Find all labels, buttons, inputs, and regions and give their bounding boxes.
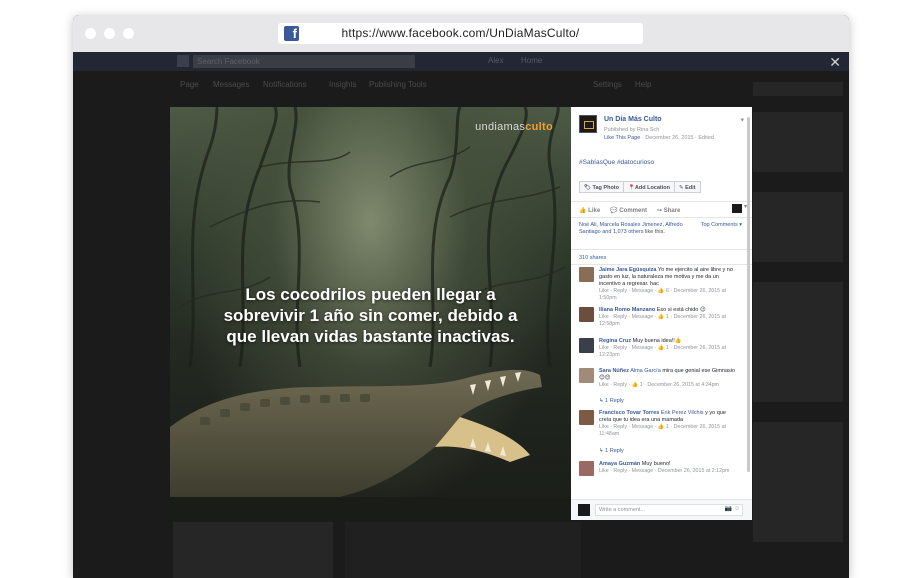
shares-count[interactable]: 310 shares <box>579 255 606 261</box>
view-replies-link[interactable]: ↳ 1 Reply <box>599 448 624 454</box>
divider <box>571 264 752 265</box>
nav-help: Help <box>635 80 652 89</box>
comments-scrollbar[interactable] <box>747 117 750 472</box>
facebook-page-dimmed: Search Facebook Alex Home Page Messages … <box>73 52 849 578</box>
browser-window: f https://www.facebook.com/UnDiaMasCulto… <box>73 15 849 578</box>
write-comment-input[interactable]: Write a comment... <box>595 504 743 516</box>
post-date[interactable]: December 26, 2015 <box>645 135 693 141</box>
nav-messages: Messages <box>213 80 250 89</box>
window-maximize-dot[interactable] <box>123 28 134 39</box>
window-minimize-dot[interactable] <box>104 28 115 39</box>
nav-settings: Settings <box>593 80 622 89</box>
post-actions: 👍 Like 💬 Comment ↪ Share <box>579 207 680 214</box>
comment-meta[interactable]: Like · Reply · Message · 👍 6 · December … <box>599 288 737 302</box>
ghost-block <box>753 282 843 402</box>
comment-text: Eso si está chido 😉 <box>656 307 706 313</box>
ghost-block <box>345 522 581 578</box>
commenter-name[interactable]: Sara Núñez <box>599 368 629 374</box>
post-details-panel: Un Día Más Culto Published by Rina Sch L… <box>571 107 752 520</box>
ghost-block <box>753 192 843 262</box>
nav-insights: Insights <box>329 80 357 89</box>
comment-icon: 💬 <box>610 208 618 214</box>
write-comment-box: Write a comment... 📷 ☺ <box>571 499 752 520</box>
commenter-name[interactable]: Amaya Guzmán <box>599 461 640 467</box>
edited-label[interactable]: Edited <box>698 135 714 141</box>
comment-meta[interactable]: Like · Reply · Message · December 26, 20… <box>599 468 737 475</box>
comment-meta[interactable]: Like · Reply · 👍 1 · December 26, 2015 a… <box>599 382 737 389</box>
likes-summary[interactable]: Noé Ali, Marcela Rosales Jimenez, Alfred… <box>579 222 691 236</box>
camera-emoji-icons[interactable]: 📷 ☺ <box>725 505 740 512</box>
page-name-link[interactable]: Un Día Más Culto <box>604 116 662 123</box>
edit-button[interactable]: ✎ Edit <box>674 181 701 193</box>
crocodile-illustration <box>170 369 571 520</box>
commenter-avatar[interactable] <box>579 267 594 282</box>
chevron-down-icon[interactable]: ▾ <box>740 116 744 124</box>
comment-meta[interactable]: Like · Reply · Message · 👍 1 · December … <box>599 314 737 328</box>
commenter-avatar[interactable] <box>579 410 594 425</box>
brand-watermark: undiamasculto <box>475 121 553 133</box>
commenter-avatar[interactable] <box>579 338 594 353</box>
top-comments-dropdown[interactable]: Top Comments ▾ <box>701 222 742 228</box>
share-icon: ↪ <box>657 208 663 214</box>
commenter-name[interactable]: Jaime Jara Egúsquiza <box>599 267 656 273</box>
commenter-avatar[interactable] <box>579 368 594 383</box>
commenter-name[interactable]: Regina Cruz <box>599 338 631 344</box>
facebook-topbar: Search Facebook Alex Home <box>73 52 849 71</box>
close-icon[interactable]: ✕ <box>829 54 841 71</box>
like-button[interactable]: 👍 Like <box>579 207 600 214</box>
divider <box>571 217 752 218</box>
url-text[interactable]: https://www.facebook.com/UnDiaMasCulto/ <box>278 26 643 40</box>
tag-photo-button[interactable]: 🏷 Tag Photo <box>579 181 624 193</box>
post-hashtags[interactable]: #SabíasQue #datocurioso <box>579 159 654 166</box>
commenter-avatar[interactable] <box>579 461 594 476</box>
ghost-block <box>753 112 843 172</box>
divider <box>571 249 752 250</box>
thumbs-up-icon: 👍 <box>579 208 587 214</box>
comment-button[interactable]: 💬 Comment <box>610 207 647 214</box>
ghost-block <box>753 82 843 96</box>
page-avatar[interactable] <box>579 115 597 133</box>
fact-text: Los cocodrilos pueden llegar a sobrevivi… <box>223 285 518 346</box>
nav-notifications: Notifications <box>263 80 307 89</box>
tagged-friend[interactable]: Erik Perez Vilchis <box>661 410 704 416</box>
facebook-search-input: Search Facebook <box>193 55 415 68</box>
add-location-button[interactable]: 📍Add Location <box>623 181 675 193</box>
comment-meta[interactable]: Like · Reply · Message · 👍 1 · December … <box>599 345 737 359</box>
post-as-selector[interactable] <box>732 203 747 213</box>
view-replies-link[interactable]: ↳ 1 Reply <box>599 398 624 404</box>
topbar-profile: Alex <box>488 56 504 65</box>
nav-publishing-tools: Publishing Tools <box>369 80 427 89</box>
nav-page: Page <box>180 80 199 89</box>
window-close-dot[interactable] <box>85 28 96 39</box>
share-button[interactable]: ↪ Share <box>657 207 680 214</box>
commenter-name[interactable]: Iliana Romo Manzano <box>599 307 655 313</box>
facebook-logo-icon <box>177 55 189 67</box>
ghost-block <box>173 522 333 578</box>
published-by: Published by Rina Sch <box>604 127 660 133</box>
post-meta: Like This Page · December 26, 2015 · Edi… <box>604 135 714 141</box>
photo-tools: 🏷 Tag Photo 📍Add Location ✎ Edit <box>579 181 701 193</box>
tagged-friend[interactable]: Alma García <box>630 368 661 374</box>
comment-meta[interactable]: Like · Reply · Message · 👍 1 · December … <box>599 424 737 438</box>
comment-text: Muy buena idea!!👍 <box>632 338 682 344</box>
commenter-name[interactable]: Francisco Tovar Torres <box>599 410 659 416</box>
divider <box>571 201 752 202</box>
page-avatar-small <box>578 504 590 516</box>
post-photo[interactable]: undiamasculto Los cocodrilos pueden lleg… <box>170 107 571 520</box>
location-pin-icon: 📍 <box>628 185 635 191</box>
like-page-link[interactable]: Like This Page <box>604 135 640 141</box>
address-bar[interactable]: f https://www.facebook.com/UnDiaMasCulto… <box>278 23 643 44</box>
tag-icon: 🏷 <box>584 185 593 191</box>
topbar-home: Home <box>521 56 543 65</box>
browser-toolbar: f https://www.facebook.com/UnDiaMasCulto… <box>73 15 849 53</box>
comment-text: Muy bueno! <box>641 461 671 467</box>
ghost-block <box>753 422 843 542</box>
commenter-avatar[interactable] <box>579 307 594 322</box>
